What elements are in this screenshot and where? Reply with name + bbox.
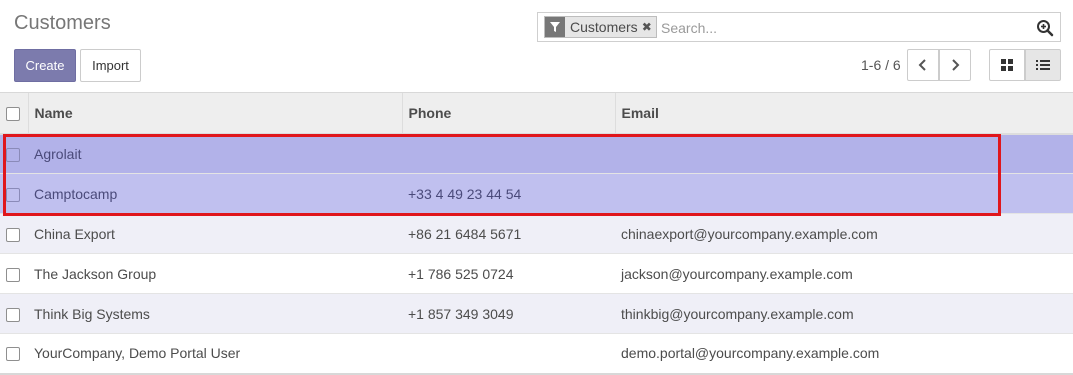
table-row[interactable]: China Export +86 21 6484 5671 chinaexpor…: [0, 213, 1073, 254]
customer-email: jackson@yourcompany.example.com: [615, 253, 1073, 294]
customer-email: [615, 133, 1073, 174]
import-button[interactable]: Import: [80, 49, 141, 82]
table-row[interactable]: The Jackson Group +1 786 525 0724 jackso…: [0, 253, 1073, 294]
customer-phone: +33 4 49 23 44 54: [402, 173, 615, 214]
column-header-name[interactable]: Name: [27, 92, 402, 135]
search-box[interactable]: Customers ✖: [537, 12, 1061, 42]
customer-name[interactable]: The Jackson Group: [28, 253, 402, 294]
customer-email: chinaexport@yourcompany.example.com: [615, 213, 1073, 254]
row-checkbox[interactable]: [6, 187, 20, 202]
table-row[interactable]: Camptocamp +33 4 49 23 44 54: [0, 173, 1073, 214]
facet-remove-icon[interactable]: ✖: [642, 17, 656, 37]
column-header-email[interactable]: Email: [614, 92, 1073, 135]
table-row[interactable]: Think Big Systems +1 857 349 3049 thinkb…: [0, 293, 1073, 334]
row-checkbox[interactable]: [6, 347, 20, 362]
row-check-cell: [0, 213, 28, 254]
select-all-cell: [0, 92, 28, 135]
row-check-cell: [0, 133, 28, 174]
customer-name[interactable]: Camptocamp: [28, 173, 402, 214]
chevron-left-icon: [918, 59, 926, 71]
row-checkbox[interactable]: [6, 267, 20, 282]
customer-email: thinkbig@yourcompany.example.com: [615, 293, 1073, 334]
search-icon[interactable]: [1036, 19, 1054, 37]
pager-previous-button[interactable]: [907, 49, 939, 81]
search-facet: Customers ✖: [544, 16, 657, 38]
customer-phone: +1 786 525 0724: [402, 253, 615, 294]
control-panel: Customers Customers ✖ Create Import 1-6 …: [0, 0, 1073, 92]
row-check-cell: [0, 173, 28, 214]
list-icon: [1036, 60, 1050, 70]
customer-name[interactable]: Agrolait: [28, 133, 402, 174]
kanban-view-button[interactable]: [989, 49, 1025, 81]
customer-phone: +1 857 349 3049: [402, 293, 615, 334]
pager-value[interactable]: 1-6 / 6: [861, 57, 901, 73]
chevron-right-icon: [952, 59, 960, 71]
create-button[interactable]: Create: [14, 49, 76, 82]
row-check-cell: [0, 293, 28, 334]
select-all-checkbox[interactable]: [6, 106, 20, 121]
search-input[interactable]: [661, 17, 1021, 39]
row-check-cell: [0, 333, 28, 375]
page-title: Customers: [14, 12, 111, 34]
row-checkbox[interactable]: [6, 147, 20, 162]
customer-name[interactable]: China Export: [28, 213, 402, 254]
row-check-cell: [0, 253, 28, 294]
customer-phone: [402, 333, 615, 375]
table-header-row: Name Phone Email: [0, 92, 1073, 135]
table-row[interactable]: YourCompany, Demo Portal User demo.porta…: [0, 333, 1073, 375]
column-header-phone[interactable]: Phone: [401, 92, 615, 135]
pager-next-button[interactable]: [939, 49, 971, 81]
table-row[interactable]: Agrolait: [0, 133, 1073, 174]
customer-email: demo.portal@yourcompany.example.com: [615, 333, 1073, 375]
customer-phone: [402, 133, 615, 174]
row-checkbox[interactable]: [6, 307, 20, 322]
kanban-grid-icon: [1001, 59, 1013, 71]
filter-icon: [545, 17, 565, 37]
customers-list-table: Name Phone Email Agrolait Camptocamp +33…: [0, 92, 1073, 375]
row-checkbox[interactable]: [6, 227, 20, 242]
customer-phone: +86 21 6484 5671: [402, 213, 615, 254]
facet-label: Customers: [570, 19, 638, 35]
list-view-button[interactable]: [1025, 49, 1061, 81]
customer-name[interactable]: Think Big Systems: [28, 293, 402, 334]
customer-name[interactable]: YourCompany, Demo Portal User: [28, 333, 402, 375]
customer-email: [615, 173, 1073, 214]
